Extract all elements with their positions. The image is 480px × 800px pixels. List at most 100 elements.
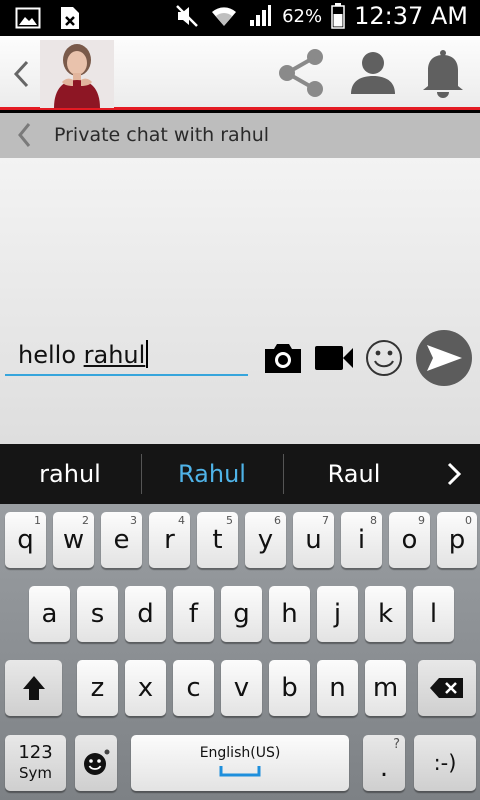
period-key[interactable]: . ? <box>363 735 405 791</box>
emoji-button[interactable] <box>362 334 406 382</box>
keyboard-language-label: English(US) <box>199 745 281 761</box>
signal-icon <box>246 2 274 30</box>
keyboard: q1 w2 e3 r4 t5 y6 u7 i8 o9 p0 a s d f g … <box>0 504 480 800</box>
key-l[interactable]: l <box>413 586 454 642</box>
key-j[interactable]: j <box>317 586 358 642</box>
key-hint: 5 <box>226 514 233 527</box>
key-g[interactable]: g <box>221 586 262 642</box>
key-o[interactable]: o9 <box>389 512 430 568</box>
space-bar-icon <box>219 766 261 777</box>
video-button[interactable] <box>313 334 355 382</box>
key-i[interactable]: i8 <box>341 512 382 568</box>
wifi-icon <box>210 2 238 30</box>
key-label: i <box>357 525 366 555</box>
key-hint: 6 <box>274 514 281 527</box>
key-hint: 3 <box>130 514 137 527</box>
emoji-key-icon <box>84 749 110 775</box>
key-q[interactable]: q1 <box>5 512 46 568</box>
shift-arrow-icon <box>22 676 45 700</box>
message-text: hello <box>18 341 84 369</box>
profile-icon <box>351 52 395 94</box>
symbols-key[interactable]: 123 Sym <box>5 735 66 791</box>
suggestion-3[interactable]: Raul <box>284 444 424 504</box>
more-suggestions-button[interactable] <box>430 444 478 504</box>
key-b[interactable]: b <box>269 660 310 716</box>
camera-button[interactable] <box>262 334 304 382</box>
suggestion-2[interactable]: Rahul <box>142 444 282 504</box>
key-v[interactable]: v <box>221 660 262 716</box>
key-d[interactable]: d <box>125 586 166 642</box>
key-f[interactable]: f <box>173 586 214 642</box>
shift-key[interactable] <box>5 660 62 716</box>
symbols-key-sublabel: Sym <box>18 764 52 782</box>
text-caret <box>146 340 149 368</box>
key-label: e <box>113 525 130 555</box>
emoticon-key[interactable]: :-) <box>414 735 476 791</box>
key-t[interactable]: t5 <box>197 512 238 568</box>
space-key[interactable]: English(US) <box>131 735 349 791</box>
key-label: p <box>448 525 466 555</box>
camera-icon <box>265 344 301 373</box>
app-bar <box>0 36 480 110</box>
key-label: y <box>257 525 274 555</box>
back-icon <box>13 60 29 88</box>
back-button[interactable] <box>6 54 36 94</box>
profile-button[interactable] <box>344 46 402 100</box>
send-icon <box>416 330 472 386</box>
smiley-icon <box>366 340 402 376</box>
status-bar: 62% 12:37 AM <box>0 0 480 36</box>
avatar-photo <box>40 40 114 108</box>
key-hint: 9 <box>418 514 425 527</box>
key-x[interactable]: x <box>125 660 166 716</box>
key-m[interactable]: m <box>365 660 406 716</box>
key-label: q <box>17 525 34 555</box>
key-z[interactable]: z <box>77 660 118 716</box>
key-n[interactable]: n <box>317 660 358 716</box>
key-w[interactable]: w2 <box>53 512 94 568</box>
key-label: o <box>401 525 418 555</box>
key-e[interactable]: e3 <box>101 512 142 568</box>
gallery-icon <box>14 4 42 32</box>
message-text-composing: rahul <box>83 341 146 369</box>
emoji-key[interactable] <box>75 735 117 791</box>
avatar[interactable] <box>40 40 114 108</box>
send-button[interactable] <box>414 328 474 388</box>
suggestion-bar: rahul Rahul Raul <box>0 444 480 504</box>
key-s[interactable]: s <box>77 586 118 642</box>
key-label: t <box>212 525 223 555</box>
key-r[interactable]: r4 <box>149 512 190 568</box>
notifications-button[interactable] <box>414 46 472 100</box>
suggestion-1[interactable]: rahul <box>0 444 140 504</box>
share-button[interactable] <box>272 46 330 100</box>
symbols-key-label: 123 <box>18 742 53 763</box>
message-input[interactable]: hello rahul <box>5 332 248 376</box>
clock: 12:37 AM <box>354 2 468 30</box>
battery-percent: 62% <box>282 5 323 27</box>
share-icon <box>279 49 323 97</box>
battery-icon <box>330 2 346 30</box>
key-u[interactable]: u7 <box>293 512 334 568</box>
period-key-label: . <box>379 753 389 783</box>
chat-title: Private chat with rahul <box>54 124 270 146</box>
key-c[interactable]: c <box>173 660 214 716</box>
backspace-key[interactable] <box>418 660 476 716</box>
chevron-left-icon <box>18 123 31 147</box>
key-label: u <box>305 525 322 555</box>
no-sim-icon <box>56 4 84 32</box>
key-p[interactable]: p0 <box>437 512 477 568</box>
key-hint: 1 <box>34 514 41 527</box>
key-hint: 4 <box>178 514 185 527</box>
key-k[interactable]: k <box>365 586 406 642</box>
mute-icon <box>174 2 202 30</box>
key-hint: 8 <box>370 514 377 527</box>
chat-back-button[interactable] <box>12 119 36 151</box>
chevron-right-icon <box>447 462 462 486</box>
key-h[interactable]: h <box>269 586 310 642</box>
key-label: w <box>62 525 85 555</box>
key-y[interactable]: y6 <box>245 512 286 568</box>
bell-icon <box>423 50 463 98</box>
key-label: r <box>164 525 175 555</box>
backspace-icon <box>430 678 463 698</box>
key-a[interactable]: a <box>29 586 70 642</box>
chat-area: hello rahul <box>0 158 480 444</box>
